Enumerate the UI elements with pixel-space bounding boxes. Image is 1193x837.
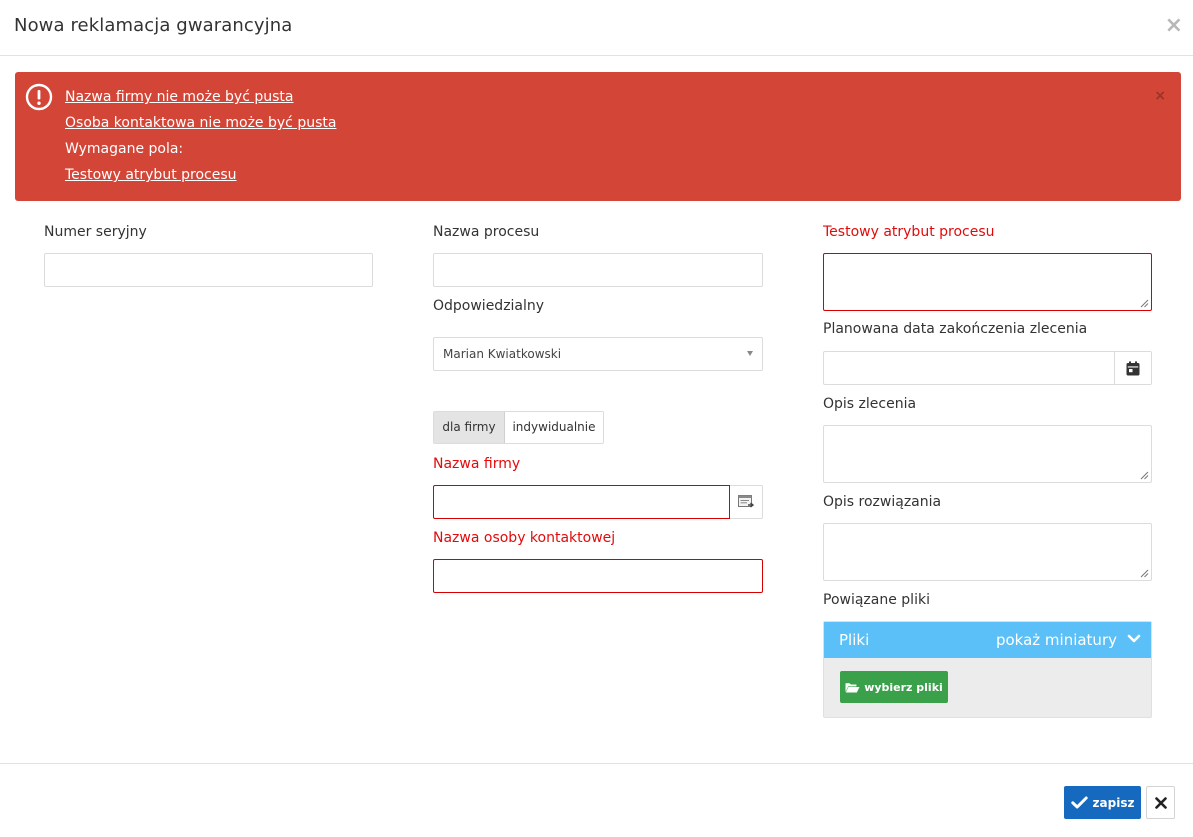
serial-number-label: Numer seryjny (44, 224, 147, 240)
order-description-label: Opis zlecenia (823, 396, 917, 412)
planned-end-date-input[interactable] (823, 351, 1115, 385)
alert-messages: Nazwa firmy nie może być pusta Osoba kon… (65, 86, 336, 190)
calendar-icon (1126, 360, 1140, 375)
alert-link-company-name[interactable]: Nazwa firmy nie może być pusta (65, 86, 336, 112)
cancel-button[interactable] (1146, 786, 1175, 819)
close-icon (1154, 796, 1167, 809)
alert-required-fields-text: Wymagane pola: (65, 141, 184, 157)
resize-grip-icon[interactable] (1140, 299, 1149, 308)
chevron-down-icon[interactable] (1127, 633, 1141, 645)
files-panel-title: Pliki (839, 631, 870, 649)
caret-down-icon (747, 351, 753, 356)
client-type-individual-button[interactable]: indywidualnie (505, 412, 603, 443)
alert-link-test-attribute[interactable]: Testowy atrybut procesu (65, 164, 336, 190)
process-name-label: Nazwa procesu (433, 224, 540, 240)
serial-number-input[interactable] (44, 253, 373, 287)
company-lookup-button[interactable] (730, 485, 763, 519)
modal-footer: zapisz (0, 763, 1193, 837)
modal-header: Nowa reklamacja gwarancyjna × (0, 0, 1193, 56)
date-picker-button[interactable] (1115, 351, 1152, 385)
contact-person-input[interactable] (433, 559, 763, 593)
responsible-label: Odpowiedzialny (433, 298, 545, 314)
modal-title: Nowa reklamacja gwarancyjna (14, 15, 293, 36)
checkmark-icon (1070, 796, 1088, 809)
choose-files-label: wybierz pliki (864, 680, 943, 694)
client-type-toggle: dla firmy indywidualnie (433, 411, 604, 444)
test-attribute-textarea[interactable] (823, 253, 1152, 311)
resize-grip-icon[interactable] (1140, 471, 1149, 480)
error-alert: Nazwa firmy nie może być pusta Osoba kon… (15, 72, 1181, 201)
responsible-selected-value: Marian Kwiatkowski (443, 347, 562, 361)
alert-link-contact-person[interactable]: Osoba kontaktowa nie może być pusta (65, 112, 336, 138)
solution-description-label: Opis rozwiązania (823, 494, 942, 510)
test-attribute-label: Testowy atrybut procesu (823, 224, 995, 240)
process-name-input[interactable] (433, 253, 763, 287)
resize-grip-icon[interactable] (1140, 569, 1149, 578)
company-name-label: Nazwa firmy (433, 456, 521, 472)
files-panel: Pliki pokaż miniatury wybierz pliki (823, 621, 1152, 718)
client-type-company-button[interactable]: dla firmy (434, 412, 505, 443)
lookup-list-icon (737, 495, 754, 508)
order-description-textarea[interactable] (823, 425, 1152, 483)
company-name-input[interactable] (433, 485, 730, 519)
choose-files-button[interactable]: wybierz pliki (840, 671, 948, 703)
modal-close-button[interactable]: × (1165, 14, 1183, 38)
files-panel-header: Pliki pokaż miniatury (824, 622, 1151, 658)
planned-end-date-label: Planowana data zakończenia zlecenia (823, 321, 1088, 337)
solution-description-textarea[interactable] (823, 523, 1152, 581)
contact-person-label: Nazwa osoby kontaktowej (433, 530, 616, 546)
save-label: zapisz (1092, 795, 1135, 810)
save-button[interactable]: zapisz (1064, 786, 1141, 819)
show-thumbnails-toggle[interactable]: pokaż miniatury (996, 631, 1117, 649)
exclamation-circle-icon (25, 83, 53, 111)
responsible-select[interactable]: Marian Kwiatkowski (433, 337, 763, 371)
related-files-label: Powiązane pliki (823, 592, 930, 608)
alert-close-button[interactable]: × (1154, 88, 1166, 104)
folder-open-icon (845, 682, 860, 692)
